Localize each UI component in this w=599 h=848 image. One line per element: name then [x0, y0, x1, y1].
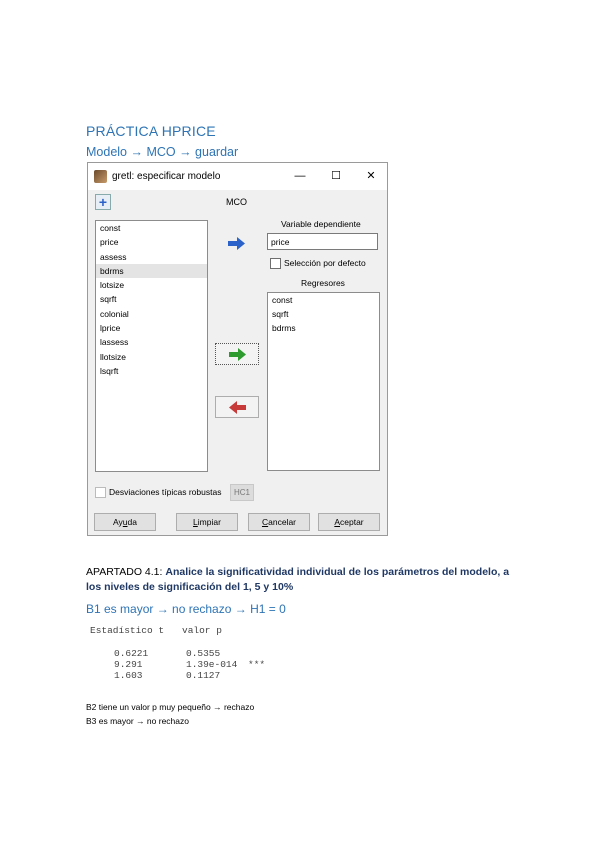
stats-cell: 0.1127	[186, 670, 221, 681]
close-icon[interactable]: ✕	[361, 168, 381, 184]
remove-regressor-button[interactable]	[215, 396, 259, 418]
add-variable-icon[interactable]: +	[95, 194, 111, 210]
regressors-list[interactable]: const sqrft bdrms	[267, 292, 380, 471]
stats-cell: 1.39e-014	[186, 659, 238, 670]
clear-label: impiar	[197, 517, 221, 527]
stats-header-t: Estadístico t	[90, 625, 165, 636]
cancel-label: ancelar	[268, 517, 297, 527]
set-dependent-button[interactable]	[215, 233, 259, 255]
ok-button[interactable]: Aceptar	[318, 513, 380, 531]
dependent-variable-field[interactable]: price	[267, 233, 378, 250]
variable-item[interactable]: assess	[96, 250, 207, 264]
add-regressor-button[interactable]	[215, 343, 259, 365]
ok-label: ceptar	[340, 517, 364, 527]
regressor-item[interactable]: sqrft	[268, 307, 379, 321]
hc1-button[interactable]: HC1	[230, 484, 254, 501]
robust-se-checkbox[interactable]	[95, 487, 106, 498]
stats-cell: 0.6221	[114, 648, 149, 659]
clear-button[interactable]: Limpiar	[176, 513, 238, 531]
minimize-icon[interactable]: —	[290, 168, 310, 184]
arrow-left-red-icon	[229, 401, 246, 414]
variable-item[interactable]: price	[96, 235, 207, 249]
default-selection-checkbox[interactable]	[270, 258, 281, 269]
regressor-item[interactable]: const	[268, 293, 379, 307]
apartado-label: APARTADO 4.1:	[86, 566, 166, 578]
variable-item[interactable]: lassess	[96, 335, 207, 349]
variable-item[interactable]: lprice	[96, 321, 207, 335]
arrow-right-blue-icon	[228, 237, 245, 250]
stats-cell: 1.603	[114, 670, 143, 681]
cancel-button[interactable]: Cancelar	[248, 513, 310, 531]
maximize-icon[interactable]: ☐	[326, 168, 346, 184]
dependent-label: Variable dependiente	[281, 219, 361, 229]
b3-conclusion: B3 es mayor → no rechazo	[86, 716, 189, 726]
variable-list[interactable]: const price assess bdrms lotsize sqrft colonia…	[95, 220, 208, 472]
document-title: PRÁCTICA HPRICE	[86, 123, 216, 139]
help-label-b: da	[127, 517, 137, 527]
stats-header-p: valor p	[182, 625, 222, 636]
dialog-titlebar: gretl: especificar modelo — ☐ ✕	[88, 163, 387, 190]
b2-conclusion: B2 tiene un valor p muy pequeño → rechaz…	[86, 702, 255, 712]
stats-cell: ***	[248, 659, 266, 670]
variable-item[interactable]: const	[96, 221, 207, 235]
gretl-app-icon	[94, 170, 107, 183]
variable-item[interactable]: lotsize	[96, 278, 207, 292]
model-heading: MCO	[226, 197, 247, 207]
stats-cell: 0.5355	[186, 648, 221, 659]
gretl-model-dialog: gretl: especificar modelo — ☐ ✕ + MCO co…	[87, 162, 388, 536]
variable-item[interactable]: llotsize	[96, 350, 207, 364]
variable-item[interactable]: colonial	[96, 307, 207, 321]
b1-conclusion: B1 es mayor → no rechazo → H1 = 0	[86, 602, 286, 616]
dialog-title: gretl: especificar modelo	[112, 171, 221, 182]
variable-item[interactable]: bdrms	[96, 263, 207, 279]
document-subtitle: Modelo → MCO → guardar	[86, 145, 239, 159]
variable-item[interactable]: sqrft	[96, 292, 207, 306]
robust-se-label: Desviaciones típicas robustas	[109, 487, 222, 497]
default-selection-label: Selección por defecto	[284, 258, 366, 268]
help-button[interactable]: Ayuda	[94, 513, 156, 531]
apartado-paragraph: APARTADO 4.1: Analice la significativida…	[86, 565, 526, 595]
regressors-label: Regresores	[301, 278, 345, 288]
regressor-item[interactable]: bdrms	[268, 321, 379, 335]
stats-cell: 9.291	[114, 659, 143, 670]
help-label-a: Ay	[113, 517, 123, 527]
variable-item[interactable]: lsqrft	[96, 364, 207, 378]
arrow-right-green-icon	[229, 348, 246, 361]
